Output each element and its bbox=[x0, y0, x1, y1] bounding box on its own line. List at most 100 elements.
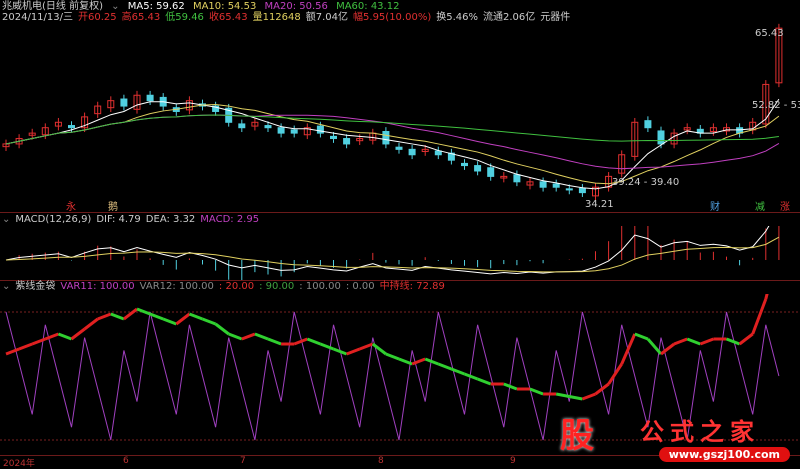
ind-collapse-icon[interactable]: ⌄ bbox=[2, 281, 10, 292]
mid-line-seg bbox=[83, 317, 99, 331]
candle bbox=[578, 187, 586, 194]
axis-tick: 7 bbox=[240, 456, 246, 466]
mid-line-seg bbox=[764, 294, 769, 300]
mid-line-seg bbox=[738, 332, 754, 346]
ind-title: 紫线金袋 bbox=[15, 281, 56, 292]
candle bbox=[264, 125, 272, 129]
candle bbox=[565, 188, 573, 191]
signal-marker: 减 bbox=[755, 201, 765, 212]
mid-line-seg bbox=[214, 322, 230, 336]
candle bbox=[277, 127, 285, 134]
mid-line-seg bbox=[57, 332, 73, 341]
divider bbox=[0, 212, 800, 213]
mid-line-seg bbox=[699, 337, 714, 346]
dea-line bbox=[5, 236, 780, 273]
v0: : 0.00 bbox=[345, 281, 375, 292]
v90: : 90.00 bbox=[259, 281, 295, 292]
dif: DIF: 4.79 bbox=[96, 214, 141, 225]
mid-line-seg bbox=[241, 332, 256, 341]
signal-marker: 永 bbox=[66, 200, 76, 212]
candle bbox=[408, 148, 416, 156]
var12: VAR12: 100.00 bbox=[139, 281, 214, 292]
mid-line-seg bbox=[110, 312, 125, 321]
macd-header: ⌄ MACD(12,26,9) DIF: 4.79 DEA: 3.32 MACD: 2.… bbox=[2, 214, 264, 226]
mid-line-seg bbox=[477, 377, 492, 386]
mid-line: 中持线: 72.89 bbox=[379, 281, 445, 292]
candle bbox=[68, 125, 75, 129]
mid-line-seg bbox=[122, 307, 138, 321]
axis-tick: 9 bbox=[510, 456, 516, 466]
var11: VAR11: 100.00 bbox=[60, 281, 135, 292]
macd-value: MACD: 2.95 bbox=[200, 214, 260, 225]
macd-chart[interactable] bbox=[0, 226, 800, 280]
mid-line-seg bbox=[581, 392, 597, 401]
ma5-line bbox=[5, 98, 780, 190]
mid-line-seg bbox=[70, 327, 86, 341]
v100: : 100.00 bbox=[299, 281, 341, 292]
mid-line-seg bbox=[267, 337, 282, 346]
mid-line-seg bbox=[751, 298, 768, 335]
signal-marker: 财 bbox=[710, 200, 720, 212]
candle bbox=[539, 181, 547, 188]
macd-title: MACD(12,26,9) bbox=[15, 214, 92, 225]
mid-line-seg bbox=[18, 342, 33, 351]
price-box-label: 52.82 - 53.1 bbox=[752, 100, 800, 111]
candle bbox=[474, 165, 482, 172]
mid-line-seg bbox=[254, 332, 269, 341]
mid-line-seg bbox=[529, 387, 544, 396]
axis-tick: 6 bbox=[123, 456, 129, 466]
axis-tick: 2024年 bbox=[3, 459, 35, 469]
candle bbox=[120, 98, 128, 107]
mid-line-seg bbox=[293, 337, 308, 346]
signal-marker: 鹅 bbox=[108, 200, 118, 212]
mid-line-seg bbox=[175, 312, 191, 326]
watermark-logo: 股 bbox=[560, 416, 594, 456]
mid-line-seg bbox=[306, 337, 321, 346]
low-label: 34.21 bbox=[585, 199, 614, 210]
mid-line-seg bbox=[319, 342, 335, 351]
macd-collapse-icon[interactable]: ⌄ bbox=[2, 214, 10, 225]
mid-line-seg bbox=[634, 332, 649, 341]
mid-line-seg bbox=[162, 317, 177, 326]
candle bbox=[461, 162, 468, 167]
v20: : 20.00 bbox=[218, 281, 255, 292]
mid-line-seg bbox=[201, 317, 217, 326]
price-box-label: 39.24 - 39.40 bbox=[612, 177, 679, 188]
candle bbox=[552, 183, 560, 188]
candle bbox=[290, 129, 298, 134]
watermark-text: 公式之家 bbox=[640, 418, 760, 446]
signal-marker: 涨 bbox=[780, 201, 790, 212]
candle bbox=[395, 146, 403, 150]
mid-line-seg bbox=[686, 337, 701, 346]
mid-line-seg bbox=[346, 347, 361, 356]
mid-line-seg bbox=[463, 372, 479, 381]
candle bbox=[238, 123, 246, 129]
mid-line-seg bbox=[228, 332, 243, 341]
mid-line-seg bbox=[725, 337, 741, 346]
mid-line-seg bbox=[569, 395, 583, 401]
candle bbox=[434, 150, 442, 156]
mid-line-seg bbox=[646, 338, 663, 355]
mid-line-seg bbox=[371, 342, 387, 356]
mid-line-seg bbox=[594, 382, 610, 396]
candle bbox=[316, 125, 324, 134]
mid-line-seg bbox=[437, 362, 452, 371]
candle bbox=[146, 94, 154, 102]
ind-header: ⌄ 紫线金袋 VAR11: 100.00 VAR12: 100.00 : 20.00 : … bbox=[2, 281, 450, 293]
mid-line-seg bbox=[97, 312, 112, 321]
candle bbox=[382, 130, 390, 145]
mid-line-seg bbox=[620, 333, 637, 365]
candle bbox=[644, 120, 652, 129]
mid-line-seg bbox=[5, 347, 20, 356]
axis-tick: 8 bbox=[378, 456, 384, 466]
mid-line-seg bbox=[44, 332, 59, 341]
mid-line-seg bbox=[188, 312, 204, 321]
dea: DEA: 3.32 bbox=[145, 214, 196, 225]
candle bbox=[513, 174, 521, 183]
candle bbox=[343, 138, 351, 145]
mid-line-seg bbox=[385, 352, 400, 361]
watermark-url: www.gszj100.com bbox=[658, 447, 790, 462]
high-label: 65.43 bbox=[755, 28, 784, 39]
price-chart[interactable]: 65.43 34.21 39.24 - 39.40 52.82 - 53.1 永 鹅 财 减 涨 bbox=[0, 0, 800, 212]
candle bbox=[657, 130, 665, 145]
